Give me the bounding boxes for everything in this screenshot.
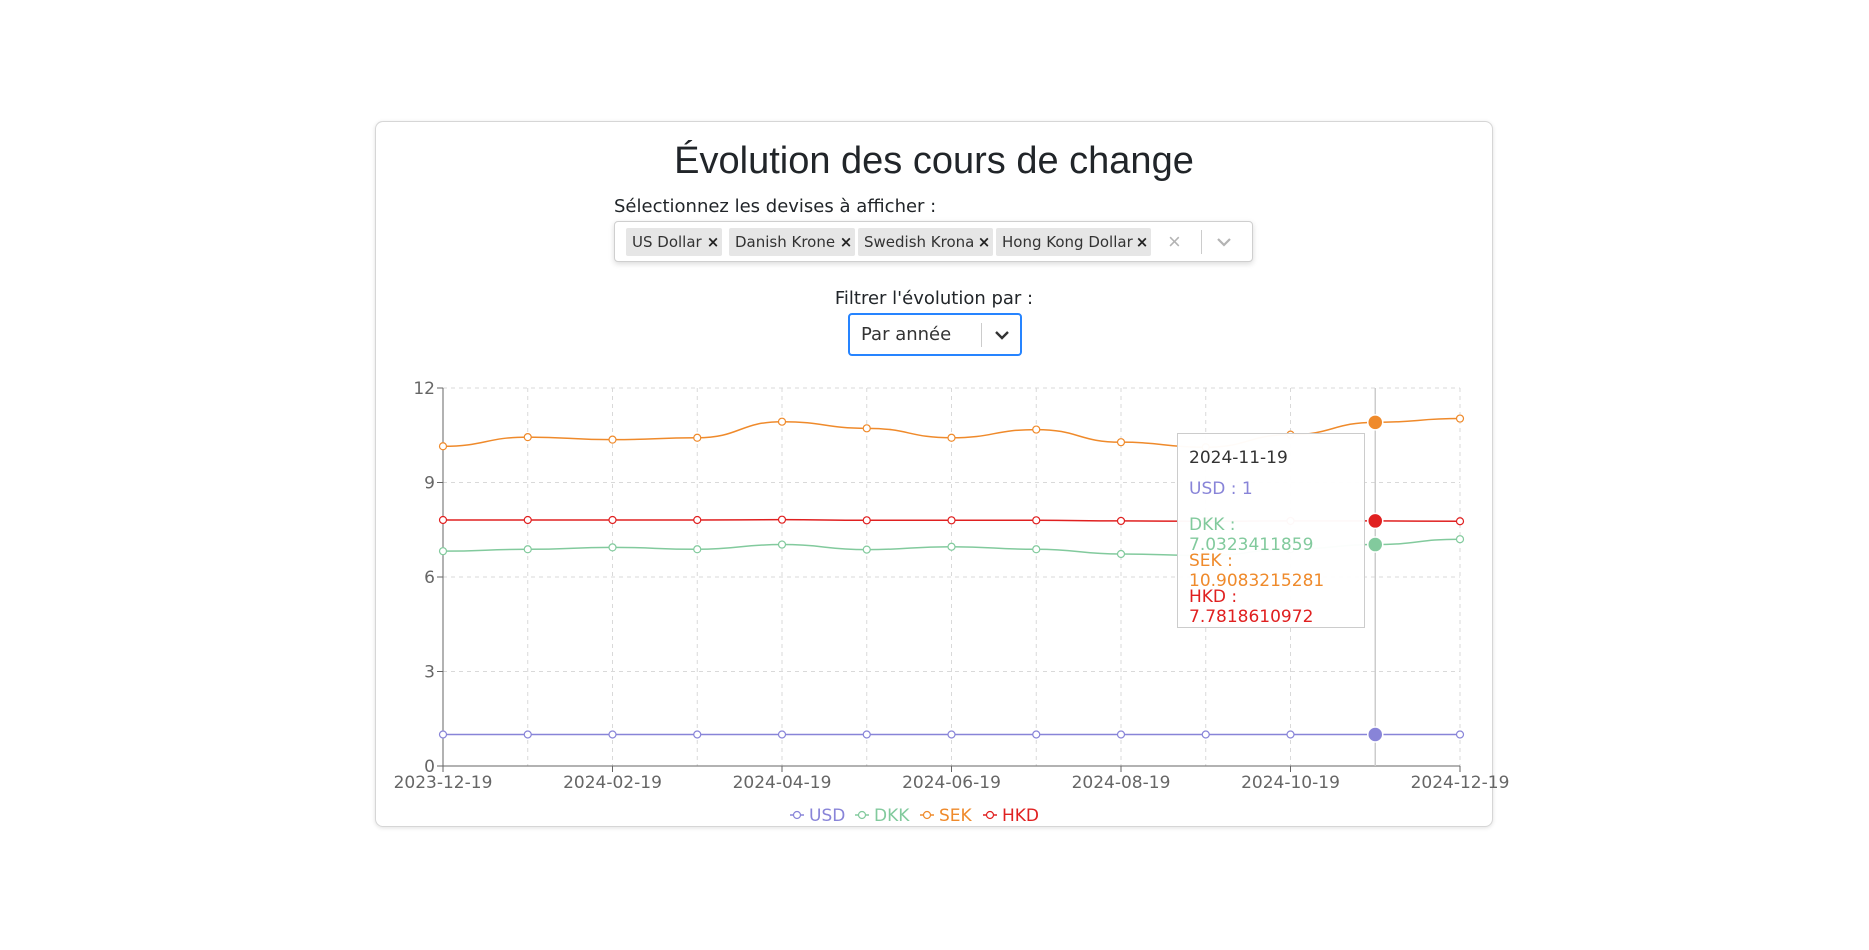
legend-label-dkk: DKK	[874, 806, 910, 826]
data-point-usd	[1032, 730, 1041, 739]
data-point-dkk	[1116, 549, 1126, 559]
data-point-usd	[1455, 730, 1465, 739]
data-point-sek	[777, 417, 787, 426]
data-point-sek	[947, 433, 956, 442]
data-point-sek	[1455, 414, 1465, 423]
data-point-dkk	[947, 542, 956, 551]
active-dot-sek	[1367, 414, 1384, 431]
data-point-hkd	[608, 515, 617, 525]
legend-label-sek: SEK	[939, 806, 973, 826]
x-tick-label: 2024-02-19	[563, 773, 662, 793]
data-point-dkk	[523, 545, 532, 554]
active-dot-hkd	[1367, 512, 1384, 530]
data-point-sek	[693, 433, 702, 442]
data-point-sek	[1116, 438, 1126, 447]
tooltip-date: 2024-11-19	[1189, 448, 1288, 468]
x-tick-label: 2024-08-19	[1072, 773, 1171, 793]
data-point-usd	[862, 730, 871, 739]
legend-label-usd: USD	[809, 806, 845, 826]
data-point-usd	[693, 730, 702, 739]
data-point-dkk	[693, 545, 702, 554]
data-point-sek	[438, 442, 448, 451]
data-point-hkd	[1116, 516, 1126, 526]
legend-marker-sek	[922, 810, 932, 820]
tooltip-row-dkk: DKK : 7.0323411859	[1189, 515, 1314, 555]
data-point-usd	[1116, 730, 1126, 739]
data-point-dkk	[438, 547, 448, 556]
data-point-usd	[523, 730, 532, 739]
chart-tooltip: 2024-11-19 USD : 1 DKK : 7.0323411859 SE…	[1177, 433, 1365, 628]
data-point-hkd	[1032, 516, 1041, 525]
data-point-sek	[523, 433, 532, 442]
legend-marker-hkd	[985, 810, 995, 820]
x-tick-label: 2024-10-19	[1241, 773, 1340, 793]
data-point-hkd	[523, 515, 532, 525]
x-tick-label: 2024-06-19	[902, 773, 1001, 793]
data-point-dkk	[608, 543, 617, 552]
data-point-dkk	[862, 545, 871, 554]
data-point-usd	[777, 730, 787, 739]
data-point-hkd	[1455, 517, 1465, 526]
x-tick-label: 2024-12-19	[1411, 773, 1510, 793]
data-point-dkk	[1032, 545, 1041, 554]
legend-label-hkd: HKD	[1002, 806, 1039, 826]
active-dot-dkk	[1367, 536, 1384, 553]
data-point-sek	[862, 424, 871, 433]
data-point-hkd	[862, 516, 871, 525]
legend-marker-usd	[792, 810, 802, 820]
data-point-usd	[438, 730, 448, 739]
tooltip-row-hkd: HKD : 7.7818610972	[1189, 587, 1314, 627]
data-point-hkd	[438, 515, 448, 525]
legend-marker-dkk	[857, 810, 867, 820]
y-tick-label: 9	[424, 474, 435, 494]
data-point-dkk	[777, 540, 787, 549]
data-point-usd	[1286, 730, 1295, 739]
data-point-hkd	[947, 516, 956, 525]
data-point-usd	[1201, 730, 1210, 739]
y-tick-label: 12	[413, 379, 435, 399]
y-tick-label: 3	[424, 663, 435, 683]
tooltip-row-sek: SEK : 10.9083215281	[1189, 551, 1325, 591]
data-point-sek	[1032, 425, 1041, 434]
data-point-sek	[608, 435, 617, 444]
data-point-hkd	[777, 515, 787, 524]
data-point-dkk	[1455, 535, 1465, 544]
x-tick-label: 2024-04-19	[733, 773, 832, 793]
data-point-hkd	[693, 515, 702, 525]
y-tick-label: 6	[424, 568, 435, 588]
data-point-usd	[608, 730, 617, 739]
x-tick-label: 2023-12-19	[394, 773, 493, 793]
exchange-rate-chart: 0369122023-12-19 2024-02-19 2024-04-19 2024…	[394, 379, 1510, 826]
active-dot-usd	[1367, 726, 1384, 743]
tooltip-row-usd: USD : 1	[1189, 479, 1253, 499]
data-point-usd	[947, 730, 956, 739]
